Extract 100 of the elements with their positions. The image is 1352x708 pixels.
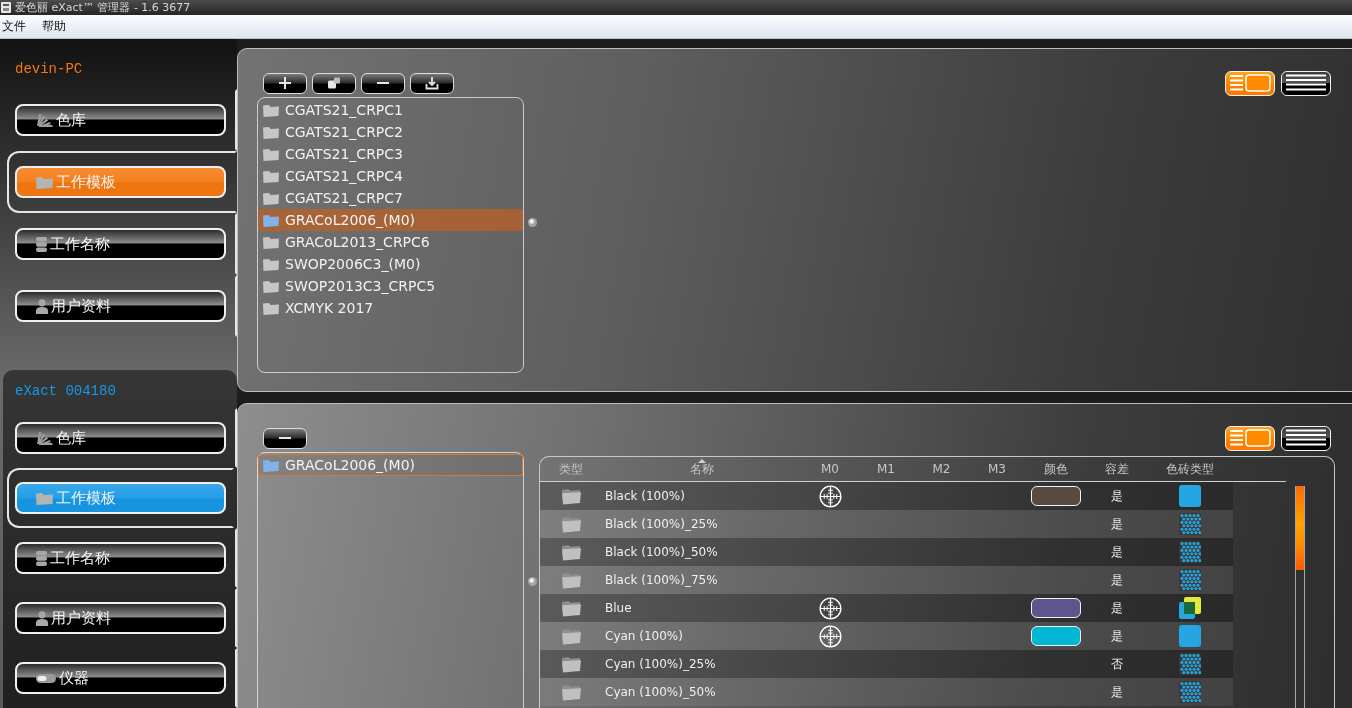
table-cell: 是 — [1111, 627, 1123, 645]
instrument-icon — [36, 673, 56, 683]
copy-icon — [327, 76, 341, 90]
column-header[interactable]: 容差 — [1087, 457, 1147, 481]
app-icon — [1, 2, 11, 13]
table-cell-text: Cyan (100%)_25% — [604, 657, 716, 671]
folder-icon — [560, 543, 582, 561]
sort-caret-icon — [698, 459, 706, 463]
table-cell: 是 — [1111, 515, 1123, 533]
list-item[interactable]: GRACoL2006_(M0) — [258, 209, 523, 231]
table-cell-text: Black (100%)_50% — [604, 545, 718, 559]
list-item[interactable]: CGATS21_CRPC4 — [258, 165, 523, 187]
solid-square-icon — [1179, 625, 1201, 647]
sidebar-item[interactable]: 用户资料 — [15, 290, 226, 322]
table-cell: 是 — [1111, 571, 1123, 589]
list-item[interactable]: CGATS21_CRPC7 — [258, 187, 523, 209]
folder-icon — [263, 301, 279, 315]
dot-grid-icon — [1179, 681, 1201, 703]
table-cell: 是 — [1111, 599, 1123, 617]
splitter-handle-icon[interactable] — [528, 577, 537, 586]
table-row[interactable]: Blue 是 — [540, 594, 1233, 622]
sidebar-item[interactable]: 仪器 — [15, 662, 226, 694]
add-button[interactable] — [263, 72, 307, 94]
database-icon — [36, 550, 47, 566]
scrollbar-thumb[interactable] — [1296, 486, 1304, 570]
table-row[interactable]: Black (100%)_50% 是 — [540, 538, 1233, 566]
list-item[interactable]: CGATS21_CRPC1 — [258, 99, 523, 121]
fan-deck-icon — [36, 431, 53, 445]
column-header[interactable]: M0 — [802, 457, 858, 481]
table-row[interactable]: Black (100%)_75% 是 — [540, 566, 1233, 594]
sidebar-item[interactable]: 工作名称 — [15, 542, 226, 574]
menu-item[interactable]: 帮助 — [41, 16, 67, 37]
column-header[interactable]: 名称 — [602, 457, 802, 481]
section-title: devin-PC — [14, 60, 83, 78]
table-row[interactable]: Cyan (100%)_25% 否 — [540, 650, 1233, 678]
list-item[interactable]: CGATS21_CRPC2 — [258, 121, 523, 143]
table-row[interactable]: Cyan (100%)_50% 是 — [540, 678, 1233, 706]
split-view-button[interactable] — [1225, 425, 1275, 451]
column-header[interactable]: M3 — [969, 457, 1025, 481]
remove-button[interactable] — [361, 72, 405, 94]
sidebar-item[interactable]: 工作名称 — [15, 228, 226, 260]
folder-icon — [560, 683, 582, 701]
list-view-icon — [1285, 429, 1327, 447]
folder-icon — [263, 169, 279, 183]
folder-icon — [263, 458, 279, 472]
column-header[interactable]: 色砖类型 — [1147, 457, 1233, 481]
folder-icon — [263, 103, 279, 117]
sidebar-item[interactable]: 色库 — [15, 422, 226, 454]
column-header[interactable]: 颜色 — [1025, 457, 1087, 481]
folder-icon — [560, 487, 582, 505]
folder-icon — [36, 491, 53, 505]
overlapping-squares-icon — [1179, 597, 1201, 619]
remove-button[interactable] — [263, 427, 307, 449]
list-item[interactable]: XCMYK 2017 — [258, 297, 523, 319]
list-item[interactable]: CGATS21_CRPC3 — [258, 143, 523, 165]
table-cell: 是 — [1111, 683, 1123, 701]
folder-icon — [560, 599, 582, 617]
table-row[interactable]: Cyan (100%) 是 — [540, 622, 1233, 650]
list-item[interactable]: SWOP2006C3_(M0) — [258, 253, 523, 275]
section-title: eXact 004180 — [14, 382, 116, 400]
folder-icon — [263, 279, 279, 293]
folder-icon — [263, 125, 279, 139]
copy-button[interactable] — [312, 72, 356, 94]
folder-icon — [560, 627, 582, 645]
splitter-handle-icon[interactable] — [528, 218, 537, 227]
table-cell-text: Blue — [604, 601, 632, 615]
folder-icon — [263, 191, 279, 205]
split-view-button[interactable] — [1225, 70, 1275, 96]
list-item[interactable]: GRACoL2013_CRPC6 — [258, 231, 523, 253]
list-view-button[interactable] — [1281, 70, 1331, 96]
column-header[interactable]: M1 — [858, 457, 914, 481]
folder-icon — [263, 257, 279, 271]
split-view-icon — [1229, 74, 1271, 92]
person-icon — [36, 610, 48, 626]
download-icon — [425, 76, 439, 90]
table-cell-text: Black (100%)_75% — [604, 573, 718, 587]
table-row[interactable]: Black (100%) 是 — [540, 482, 1233, 510]
list-view-icon — [1285, 74, 1327, 92]
fan-deck-icon — [36, 113, 53, 127]
folder-icon — [560, 515, 582, 533]
scrollbar[interactable] — [1295, 486, 1305, 708]
list-item[interactable]: GRACoL2006_(M0) — [258, 454, 523, 476]
column-header[interactable]: M2 — [914, 457, 969, 481]
folder-icon — [263, 147, 279, 161]
dot-grid-icon — [1179, 513, 1201, 535]
table-cell-text: Cyan (100%) — [604, 629, 683, 643]
person-icon — [36, 298, 48, 314]
list-view-button[interactable] — [1281, 425, 1331, 451]
folder-icon — [560, 571, 582, 589]
list-item[interactable]: SWOP2013C3_CRPC5 — [258, 275, 523, 297]
sidebar-item[interactable]: 用户资料 — [15, 602, 226, 634]
folder-icon — [36, 175, 53, 189]
table-row[interactable]: Black (100%)_25% 是 — [540, 510, 1233, 538]
download-button[interactable] — [410, 72, 454, 94]
database-icon — [36, 236, 47, 252]
solid-square-icon — [1179, 485, 1201, 507]
table-cell: 是 — [1111, 543, 1123, 561]
folder-icon — [263, 235, 279, 249]
sidebar-item[interactable]: 色库 — [15, 104, 226, 136]
menu-item[interactable]: 文件 — [1, 16, 27, 37]
